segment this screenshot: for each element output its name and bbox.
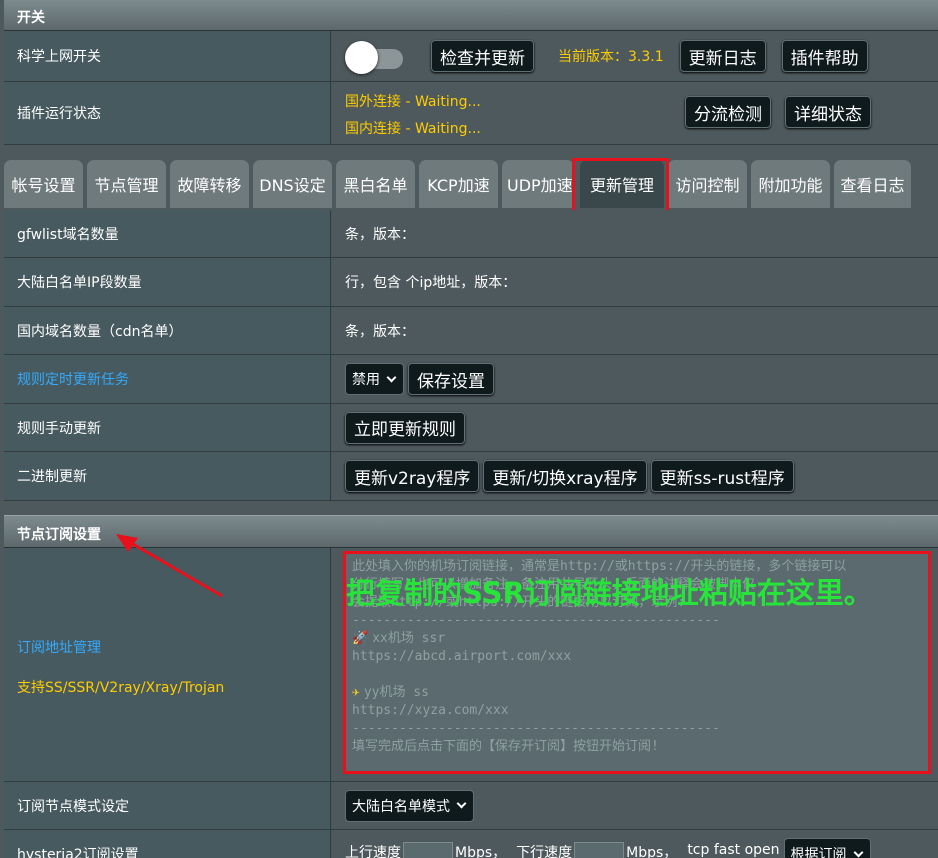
mode-label: 订阅节点模式设定 — [4, 782, 331, 829]
annotation-arrow-icon — [116, 534, 223, 598]
tab-account[interactable]: 帐号设置 — [4, 160, 83, 208]
tcp-fast-open-label: tcp fast open — [687, 842, 780, 858]
section-header-switch: 开关 — [4, 0, 938, 31]
mode-row: 订阅节点模式设定 大陆白名单模式 — [4, 782, 938, 830]
update-v2ray-button[interactable]: 更新v2ray程序 — [345, 460, 480, 492]
gfwlist-value: 条，版本： — [332, 210, 938, 257]
update-xray-button[interactable]: 更新/切换xray程序 — [483, 460, 647, 492]
manual-update-label: 规则手动更新 — [4, 404, 331, 451]
download-speed-label: 下行速度 — [516, 845, 573, 858]
tab-kcp[interactable]: KCP加速 — [419, 160, 498, 208]
hysteria-row: hysteria2订阅设置 上行速度 Mbps， 下行速度 Mbps， tcp … — [4, 830, 938, 858]
download-unit: Mbps， — [626, 845, 678, 858]
detail-status-button[interactable]: 详细状态 — [785, 96, 871, 128]
binary-update-row: 二进制更新 更新v2ray程序 更新/切换xray程序 更新ss-rust程序 — [4, 452, 938, 501]
mode-select-value: 大陆白名单模式 — [352, 798, 450, 815]
textarea-line: https://abcd.airport.com/xxx — [352, 649, 572, 664]
status-row: 插件运行状态 国外连接 - Waiting... 国内连接 - Waiting.… — [4, 82, 938, 145]
chnroute-value: 行，包含 个ip地址，版本： — [332, 258, 938, 306]
changelog-button[interactable]: 更新日志 — [679, 40, 766, 72]
plugin-help-button[interactable]: 插件帮助 — [781, 40, 868, 72]
schedule-select-value: 禁用 — [352, 372, 380, 388]
subscription-manage-label: 订阅地址管理 — [17, 639, 101, 656]
chnroute-label: 大陆白名单IP段数量 — [4, 258, 331, 306]
textarea-line: xx机场 ssr — [372, 631, 446, 646]
textarea-line: https://xyza.com/xxx — [352, 703, 509, 718]
update-ssrust-button[interactable]: 更新ss-rust程序 — [650, 460, 794, 492]
version-text: 当前版本：3.3.1 — [558, 49, 664, 65]
hysteria-label: hysteria2订阅设置 — [4, 830, 331, 858]
tab-logs[interactable]: 查看日志 — [834, 160, 911, 208]
schedule-row: 规则定时更新任务 禁用 保存设置 — [4, 355, 938, 404]
tab-failover[interactable]: 故障转移 — [170, 160, 249, 208]
cdn-row: 国内域名数量（cdn名单） 条，版本： — [4, 307, 938, 355]
gfwlist-label: gfwlist域名数量 — [4, 210, 331, 257]
tfo-select[interactable]: 根据订阅 — [783, 838, 871, 858]
textarea-line: yy机场 ss — [363, 685, 429, 700]
textarea-line — [352, 666, 922, 684]
tab-blackwhite[interactable]: 黑白名单 — [336, 160, 415, 208]
proxy-toggle[interactable] — [345, 41, 403, 74]
chevron-down-icon — [853, 847, 863, 857]
tab-dns[interactable]: DNS设定 — [253, 160, 332, 208]
paste-hint-overlay: 把复制的SSR订阅链接地址粘贴在这里。 — [346, 576, 873, 610]
switch-row: 科学上网开关 检查并更新 当前版本：3.3.1 更新日志 插件帮助 — [4, 31, 938, 82]
gfwlist-row: gfwlist域名数量 条，版本： — [4, 210, 938, 258]
tab-extras[interactable]: 附加功能 — [751, 160, 830, 208]
section-title: 节点订阅设置 — [17, 527, 101, 543]
download-speed-input[interactable] — [574, 842, 625, 858]
upload-speed-label: 上行速度 — [345, 845, 401, 858]
upload-unit: Mbps， — [455, 845, 507, 858]
cdn-value: 条，版本： — [332, 307, 938, 354]
check-update-button[interactable]: 检查并更新 — [431, 40, 534, 72]
tab-access-control[interactable]: 访问控制 — [668, 160, 747, 208]
cdn-label: 国内域名数量（cdn名单） — [4, 307, 331, 354]
airplane-icon: ✈ — [352, 685, 360, 700]
tab-nodes[interactable]: 节点管理 — [87, 160, 166, 208]
section-title: 开关 — [17, 10, 45, 26]
tab-bar: 帐号设置 节点管理 故障转移 DNS设定 黑白名单 KCP加速 UDP加速 更新… — [4, 158, 938, 213]
tab-highlight-box — [572, 158, 669, 213]
upload-speed-input[interactable] — [403, 842, 453, 858]
textarea-line: ----------------------------------------… — [352, 721, 720, 736]
schedule-select[interactable]: 禁用 — [345, 363, 404, 395]
split-check-button[interactable]: 分流检测 — [685, 96, 771, 128]
schedule-label[interactable]: 规则定时更新任务 — [4, 355, 331, 403]
update-rules-now-button[interactable]: 立即更新规则 — [345, 411, 465, 444]
tab-udp[interactable]: UDP加速 — [502, 160, 574, 208]
status-label: 插件运行状态 — [4, 82, 331, 144]
chevron-down-icon — [456, 798, 467, 809]
subscription-support-label: 支持SS/SSR/V2ray/Xray/Trojan — [17, 679, 225, 696]
save-settings-button[interactable]: 保存设置 — [408, 363, 494, 395]
mode-select[interactable]: 大陆白名单模式 — [345, 789, 474, 822]
tfo-select-value: 根据订阅 — [790, 847, 847, 858]
manual-update-row: 规则手动更新 立即更新规则 — [4, 404, 938, 452]
chevron-down-icon — [386, 372, 397, 382]
textarea-line: ----------------------------------------… — [352, 613, 720, 628]
switch-label: 科学上网开关 — [4, 31, 331, 81]
chnroute-row: 大陆白名单IP段数量 行，包含 个ip地址，版本： — [4, 258, 938, 307]
textarea-line: 填写完成后点击下面的【保存开订阅】按钮开始订阅! — [352, 739, 659, 754]
rocket-icon: 🚀 — [352, 631, 369, 646]
binary-update-label: 二进制更新 — [4, 452, 331, 500]
